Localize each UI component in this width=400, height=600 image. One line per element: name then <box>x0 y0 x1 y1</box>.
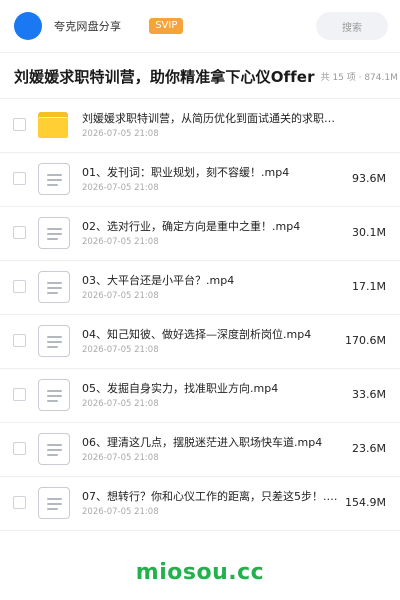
file-name: 07、想转行？你和心仪工作的距离，只差这5步！.m… <box>82 490 344 503</box>
row-checkbox[interactable] <box>13 334 26 347</box>
file-size: 33.6M <box>352 388 386 401</box>
file-date: 2026-07-05 21:08 <box>82 345 159 355</box>
video-file-icon <box>38 163 70 195</box>
file-name: 01、发刊词：职业规划，刻不容缓！.mp4 <box>82 166 290 179</box>
list-item[interactable]: 04、知己知彼、做好选择—深度剖析岗位.mp4 2026-07-05 21:08… <box>0 315 400 369</box>
list-item[interactable]: 06、理清这几点，摆脱迷茫进入职场快车道.mp4 2026-07-05 21:0… <box>0 423 400 477</box>
file-date: 2026-07-05 21:08 <box>82 507 159 517</box>
page-title: 刘媛媛求职特训营，助你精准拿下心仪Offer <box>14 67 315 86</box>
file-date: 2026-07-05 21:08 <box>82 291 159 301</box>
file-list: 刘媛媛求职特训营，从简历优化到面试通关的求职指南 2026-07-05 21:0… <box>0 99 400 531</box>
file-size: 170.6M <box>345 334 386 347</box>
row-checkbox[interactable] <box>13 496 26 509</box>
file-size: 30.1M <box>352 226 386 239</box>
row-checkbox[interactable] <box>13 172 26 185</box>
file-size: 23.6M <box>352 442 386 455</box>
list-item[interactable]: 03、大平台还是小平台？.mp4 2026-07-05 21:08 17.1M <box>0 261 400 315</box>
list-item[interactable]: 07、想转行？你和心仪工作的距离，只差这5步！.m… 2026-07-05 21… <box>0 477 400 531</box>
list-item[interactable]: 02、选对行业，确定方向是重中之重！.mp4 2026-07-05 21:08 … <box>0 207 400 261</box>
file-date: 2026-07-05 21:08 <box>82 129 159 139</box>
file-size: 93.6M <box>352 172 386 185</box>
video-file-icon <box>38 487 70 519</box>
file-name: 02、选对行业，确定方向是重中之重！.mp4 <box>82 220 301 233</box>
file-date: 2026-07-05 21:08 <box>82 453 159 463</box>
folder-icon <box>38 109 70 141</box>
list-item[interactable]: 01、发刊词：职业规划，刻不容缓！.mp4 2026-07-05 21:08 9… <box>0 153 400 207</box>
search-input[interactable]: 搜索 <box>316 12 388 40</box>
file-date: 2026-07-05 21:08 <box>82 237 159 247</box>
top-bar: 夸克网盘分享 SVIP 搜索 <box>0 0 400 52</box>
file-name: 刘媛媛求职特训营，从简历优化到面试通关的求职指南 <box>82 112 344 125</box>
video-file-icon <box>38 433 70 465</box>
item-count-meta: 共 15 项 · 874.1M <box>320 72 398 83</box>
file-date: 2026-07-05 21:08 <box>82 183 159 193</box>
file-size: 17.1M <box>352 280 386 293</box>
file-name: 04、知己知彼、做好选择—深度剖析岗位.mp4 <box>82 328 312 341</box>
list-item[interactable]: 05、发掘自身实力，找准职业方向.mp4 2026-07-05 21:08 33… <box>0 369 400 423</box>
list-item[interactable]: 刘媛媛求职特训营，从简历优化到面试通关的求职指南 2026-07-05 21:0… <box>0 99 400 153</box>
row-checkbox[interactable] <box>13 118 26 131</box>
title-row: 刘媛媛求职特训营，助你精准拿下心仪Offer 共 15 项 · 874.1M <box>0 53 400 99</box>
watermark-text: miosou.cc <box>135 560 265 585</box>
video-file-icon <box>38 271 70 303</box>
file-name: 05、发掘自身实力，找准职业方向.mp4 <box>82 382 279 395</box>
file-name: 06、理清这几点，摆脱迷茫进入职场快车道.mp4 <box>82 436 323 449</box>
avatar[interactable] <box>14 12 42 40</box>
video-file-icon <box>38 379 70 411</box>
file-date: 2026-07-05 21:08 <box>82 399 159 409</box>
row-checkbox[interactable] <box>13 388 26 401</box>
video-file-icon <box>38 217 70 249</box>
row-checkbox[interactable] <box>13 226 26 239</box>
video-file-icon <box>38 325 70 357</box>
row-checkbox[interactable] <box>13 442 26 455</box>
row-checkbox[interactable] <box>13 280 26 293</box>
app-name: 夸克网盘分享 <box>54 20 122 33</box>
file-name: 03、大平台还是小平台？.mp4 <box>82 274 235 287</box>
file-size: 154.9M <box>345 496 386 509</box>
svip-badge: SVIP <box>149 18 184 34</box>
